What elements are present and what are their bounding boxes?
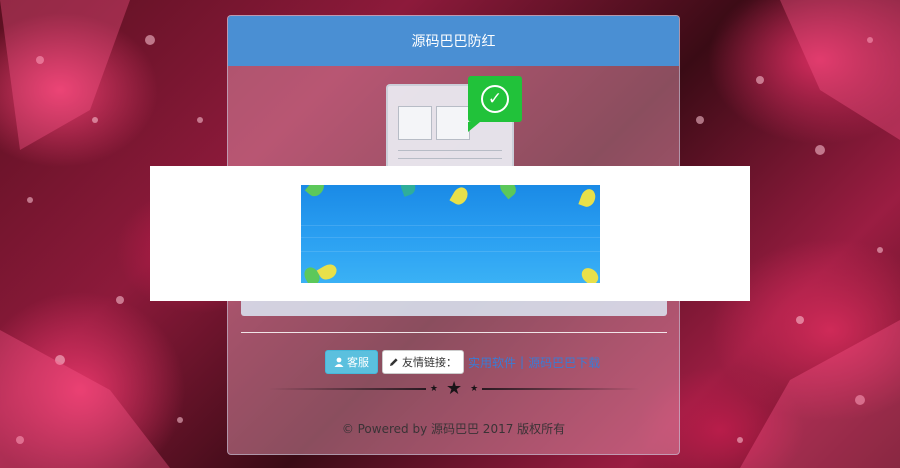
star-icon: ★: [429, 384, 438, 394]
service-button-label: 客服: [347, 356, 369, 369]
check-circle-icon: ✓: [481, 85, 509, 113]
panel-header: 源码巴巴防红: [228, 16, 679, 66]
user-icon: [334, 357, 344, 367]
friend-links-label: 友情链接：: [402, 356, 457, 369]
divider-line: [241, 332, 667, 333]
footer-copyright: © Powered by 源码巴巴 2017 版权所有: [341, 422, 566, 436]
link-download[interactable]: 源码巴巴下载: [528, 354, 600, 371]
check-bubble: ✓: [468, 76, 522, 132]
success-illustration: ✓: [384, 76, 524, 176]
banner-image[interactable]: [301, 185, 600, 283]
page-title: 源码巴巴防红: [411, 34, 496, 50]
friend-links-button[interactable]: 友情链接：: [382, 350, 464, 374]
link-software[interactable]: 实用软件: [468, 354, 516, 371]
service-button[interactable]: 客服: [325, 350, 378, 374]
star-icon: ★: [445, 378, 463, 399]
action-row: 客服 友情链接： 实用软件 | 源码巴巴下载: [325, 350, 600, 374]
star-divider: ★ ★ ★: [268, 378, 641, 399]
ad-overlay: [150, 166, 750, 301]
pencil-icon: [390, 358, 398, 366]
link-separator: |: [520, 355, 525, 369]
star-icon: ★: [470, 384, 479, 394]
